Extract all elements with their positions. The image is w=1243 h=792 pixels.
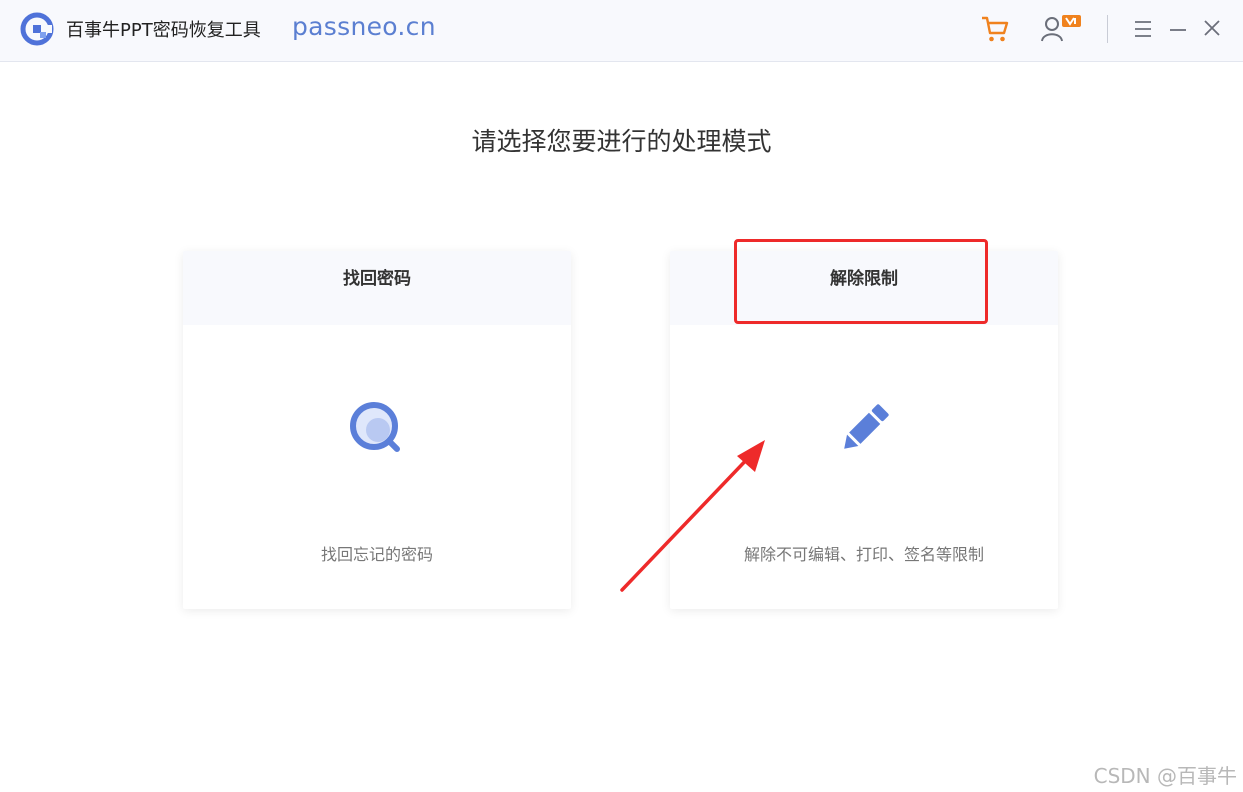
- app-logo-icon: [20, 12, 54, 46]
- app-title: 百事牛PPT密码恢复工具: [66, 20, 261, 41]
- website-label[interactable]: passneo.cn: [292, 12, 436, 41]
- recover-password-card[interactable]: 找回密码 找回忘记的密码: [183, 251, 571, 609]
- highlight-box: [734, 239, 988, 324]
- close-icon[interactable]: [1201, 17, 1223, 39]
- title-bar: 百事牛PPT密码恢复工具 passneo.cn: [0, 0, 1243, 62]
- card-description: 找回忘记的密码: [320, 545, 433, 564]
- page-title: 请选择您要进行的处理模式: [471, 127, 772, 156]
- cart-icon[interactable]: [980, 14, 1010, 44]
- magnifier-icon: [350, 402, 400, 452]
- pencil-icon: [844, 404, 889, 449]
- menu-icon[interactable]: [1132, 18, 1154, 40]
- titlebar-separator: [1107, 15, 1108, 43]
- minimize-icon[interactable]: [1167, 18, 1189, 40]
- user-vip-icon[interactable]: [1040, 13, 1084, 45]
- card-title: 找回密码: [183, 251, 571, 325]
- watermark: CSDN @百事牛: [1093, 764, 1237, 788]
- annotation-arrow: [620, 440, 765, 592]
